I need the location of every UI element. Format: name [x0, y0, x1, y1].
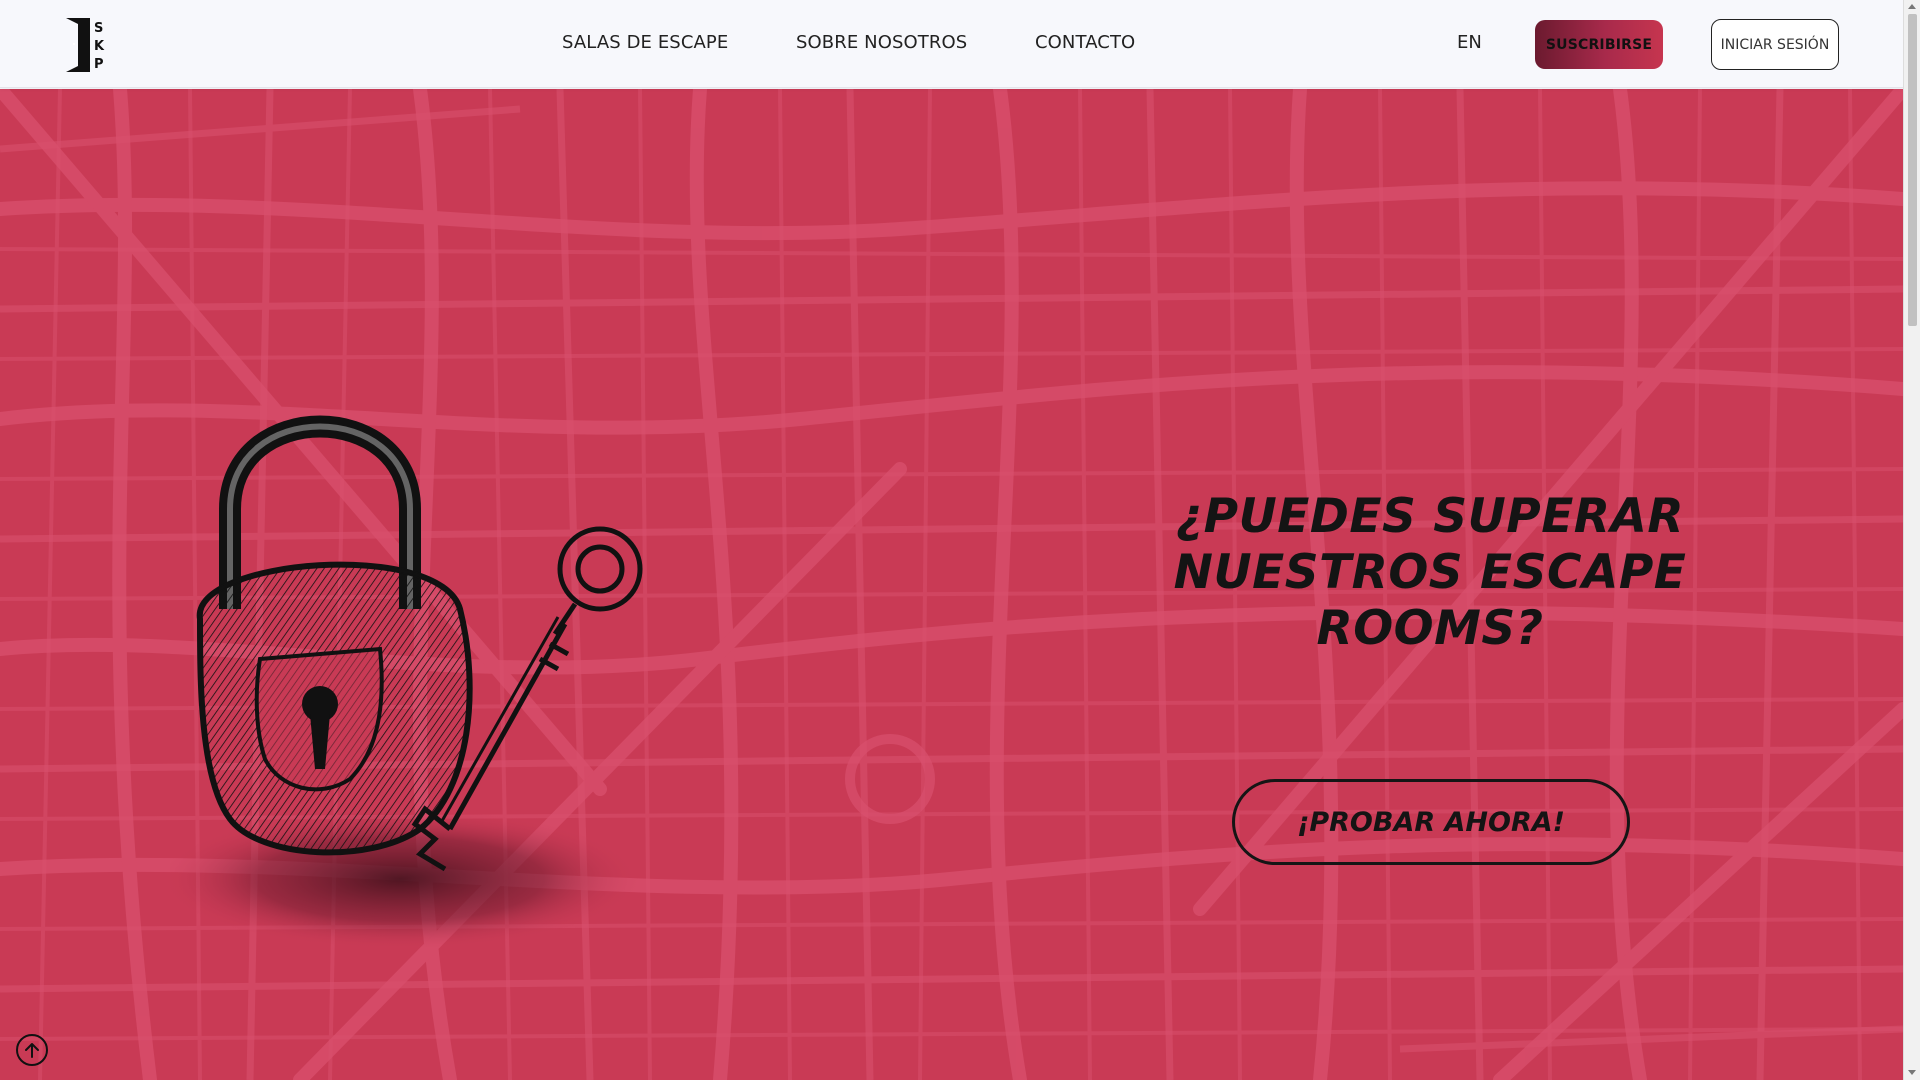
headline-line-2: NUESTROS ESCAPE — [1173, 545, 1687, 600]
language-switch[interactable]: EN — [1457, 32, 1482, 53]
site-header: S K P SALAS DE ESCAPE SOBRE NOSOTROS CON… — [0, 0, 1903, 88]
hero-headline: ¿PUEDES SUPERAR NUESTROS ESCAPE ROOMS? — [1120, 489, 1740, 657]
nav-sobre-nosotros[interactable]: SOBRE NOSOTROS — [796, 32, 967, 53]
subscribe-button[interactable]: SUSCRIBIRSE — [1535, 20, 1663, 69]
scroll-to-top-button[interactable] — [16, 1034, 48, 1066]
scrollbar-thumb[interactable] — [1908, 14, 1917, 326]
try-now-button[interactable]: ¡PROBAR AHORA! — [1232, 779, 1630, 865]
headline-line-3: ROOMS? — [1316, 601, 1544, 656]
svg-text:P: P — [94, 57, 104, 72]
nav-contacto[interactable]: CONTACTO — [1035, 32, 1135, 53]
scroll-up-arrow-icon[interactable] — [1908, 4, 1916, 9]
page-scrollbar[interactable] — [1903, 0, 1920, 1080]
headline-line-1: ¿PUEDES SUPERAR — [1175, 489, 1685, 544]
padlock-and-key-illustration — [170, 415, 643, 949]
scroll-down-arrow-icon[interactable] — [1908, 1070, 1916, 1075]
brand-logo[interactable]: S K P — [64, 16, 110, 74]
hero-section: ¿PUEDES SUPERAR NUESTROS ESCAPE ROOMS? ¡… — [0, 89, 1903, 1080]
login-button[interactable]: INICIAR SESIÓN — [1711, 19, 1839, 70]
svg-text:S: S — [94, 21, 103, 36]
arrow-up-circle-icon — [25, 1043, 39, 1058]
nav-salas-de-escape[interactable]: SALAS DE ESCAPE — [562, 32, 728, 53]
svg-text:K: K — [94, 39, 105, 54]
